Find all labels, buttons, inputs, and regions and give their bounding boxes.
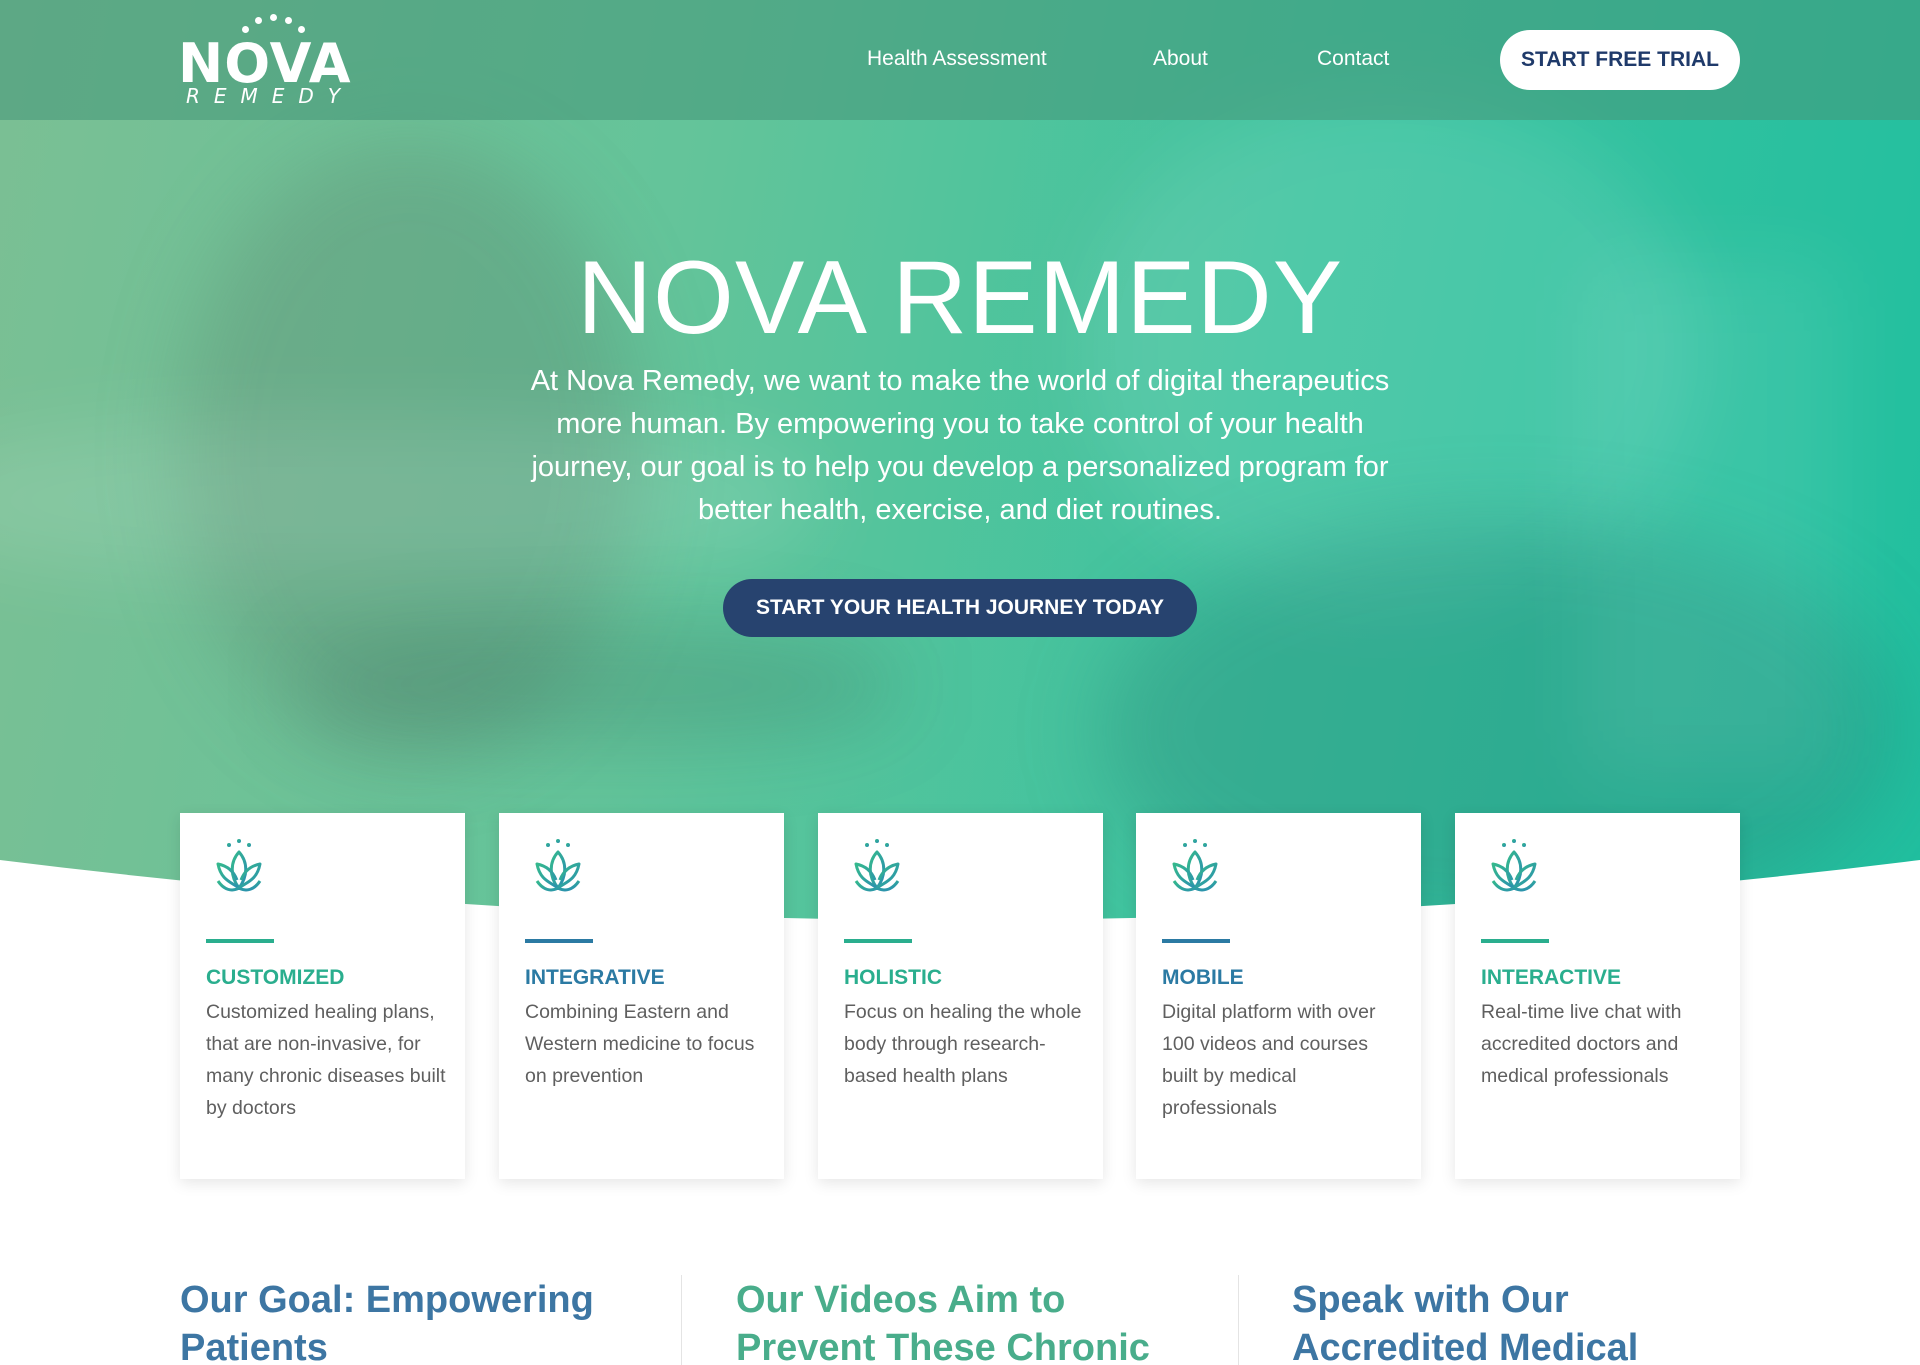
nova-remedy-logo[interactable]: NOVA REMEDY [178,14,358,110]
feature-card-interactive: INTERACTIVE Real-time live chat with acc… [1455,813,1740,1179]
card-accent-rule [1162,939,1230,943]
card-text: Focus on healing the whole body through … [844,1001,1082,1087]
card-title: HOLISTIC [844,966,942,989]
section-divider [681,1275,682,1365]
feature-card-holistic: HOLISTIC Focus on healing the whole body… [818,813,1103,1179]
card-text: Customized healing plans, that are non-i… [206,1001,446,1119]
section-divider [1238,1275,1239,1365]
logo-subwordmark: REMEDY [186,84,355,108]
lotus-icon [1491,839,1537,892]
card-accent-rule [525,939,593,943]
card-accent-rule [844,939,912,943]
lotus-icon [854,839,900,892]
section-heading-speak-with-doctors: Speak with Our Accredited Medical [1292,1279,1639,1365]
nav-link-about[interactable]: About [1153,46,1208,72]
hero-title: NOVA REMEDY [576,240,1344,356]
hero-description: At Nova Remedy, we want to make the worl… [530,365,1390,526]
section-heading-our-goal: Our Goal: Empowering Patients [180,1279,594,1365]
feature-card-integrative: INTEGRATIVE Combining Eastern and Wester… [499,813,784,1179]
start-free-trial-button[interactable]: START FREE TRIAL [1500,30,1740,90]
nav-link-contact[interactable]: Contact [1317,46,1389,72]
lotus-icon [535,839,581,892]
card-title: CUSTOMIZED [206,966,345,989]
card-text: Real-time live chat with accredited doct… [1481,1001,1682,1087]
card-accent-rule [206,939,274,943]
lotus-icon [216,839,262,892]
hero-background-shape [300,630,900,740]
card-text: Combining Eastern and Western medicine t… [525,1001,755,1087]
card-title: INTEGRATIVE [525,966,665,989]
card-text: Digital platform with over 100 videos an… [1162,1001,1376,1119]
logo-dots-icon [242,14,305,34]
top-navbar: NOVA REMEDY Health Assessment About Cont… [0,0,1920,120]
card-accent-rule [1481,939,1549,943]
card-title: MOBILE [1162,966,1244,989]
lotus-icon [1172,839,1218,892]
feature-card-mobile: MOBILE Digital platform with over 100 vi… [1136,813,1421,1179]
section-heading-our-videos: Our Videos Aim to Prevent These Chronic [736,1279,1150,1365]
nav-link-health-assessment[interactable]: Health Assessment [867,46,1047,72]
feature-card-customized: CUSTOMIZED Customized healing plans, tha… [180,813,465,1179]
start-health-journey-button[interactable]: START YOUR HEALTH JOURNEY TODAY [723,579,1197,637]
hero-section: NOVA REMEDY At Nova Remedy, we want to m… [0,0,1920,935]
card-title: INTERACTIVE [1481,966,1622,989]
